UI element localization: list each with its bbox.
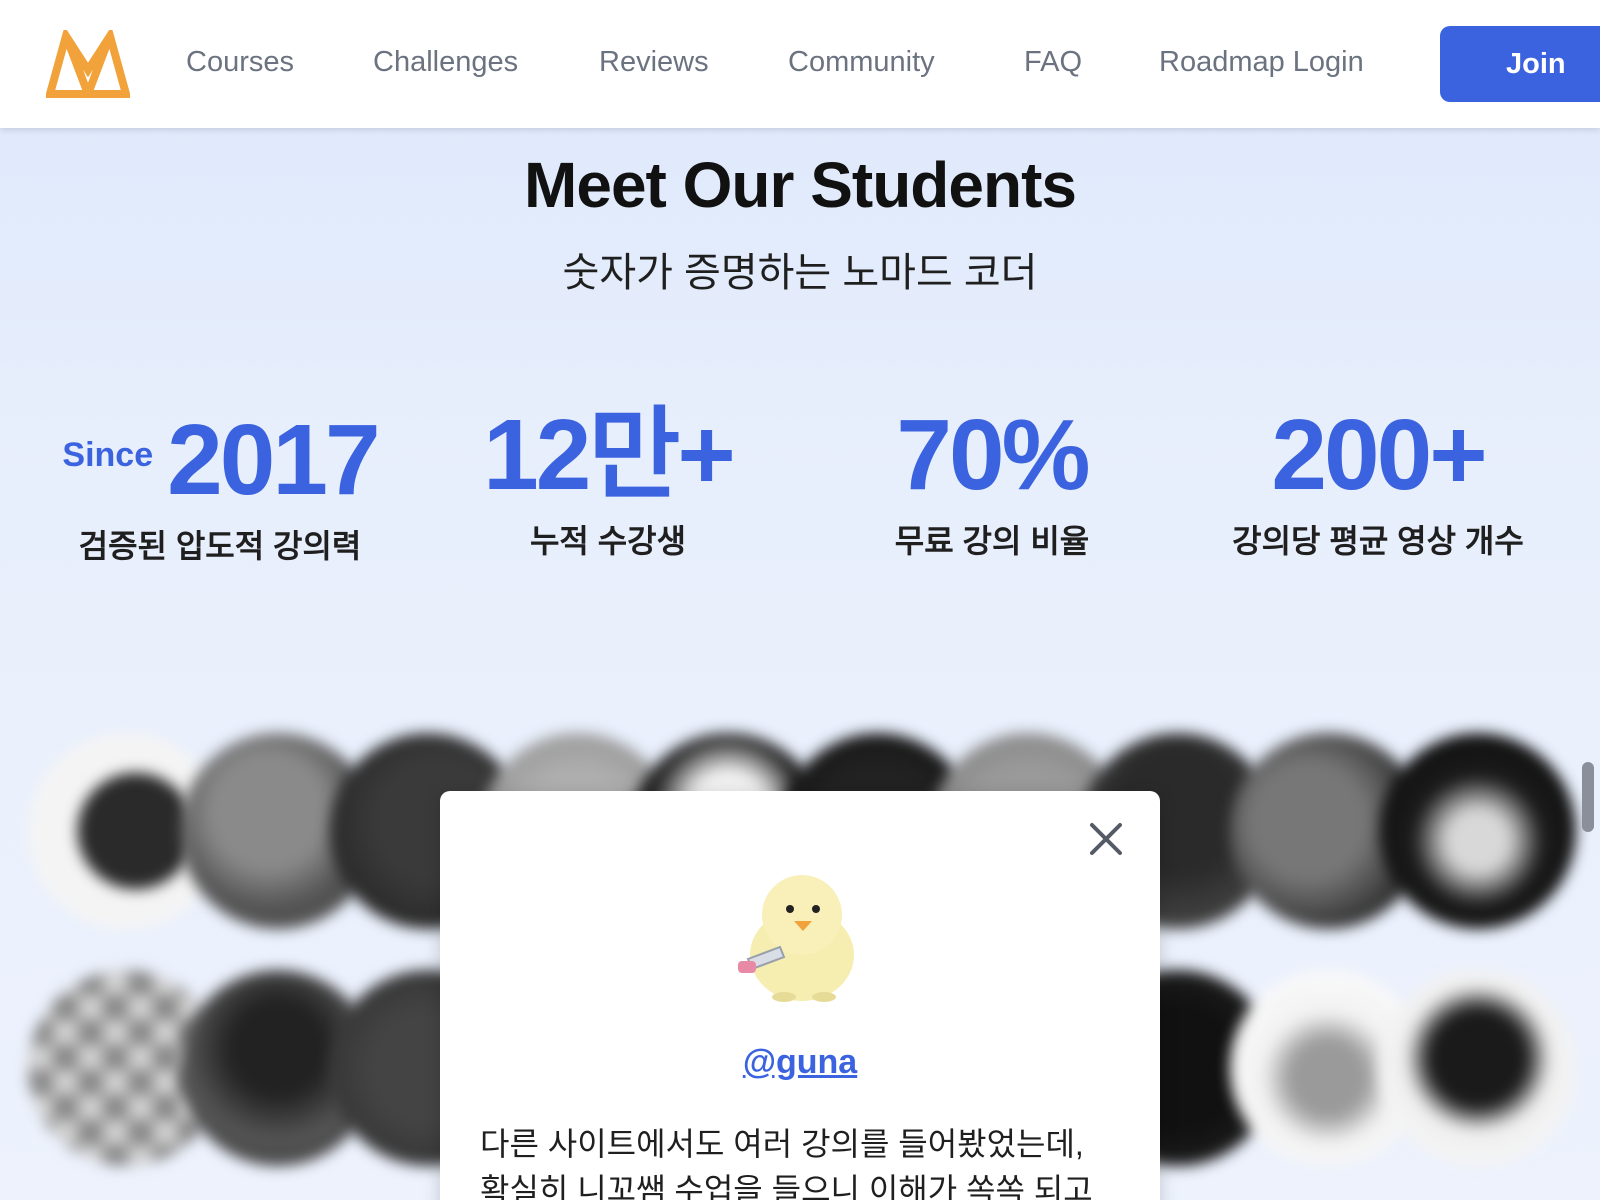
- stat-value: 70%: [896, 399, 1090, 511]
- avatar[interactable]: [1380, 970, 1576, 1166]
- stat-label: 누적 수강생: [529, 523, 687, 559]
- site-header: Courses Challenges Reviews Community FAQ…: [0, 0, 1600, 128]
- stat-since: Since 2017 검증된 압도적 강의력: [30, 400, 410, 567]
- nav-challenges[interactable]: Challenges: [373, 46, 518, 79]
- stat-label: 검증된 압도적 강의력: [78, 528, 362, 564]
- page-title: Meet Our Students: [524, 149, 1077, 221]
- review-username[interactable]: @guna: [440, 1043, 1160, 1082]
- stat-value-wrapper: Since 2017: [30, 400, 410, 515]
- nav-community[interactable]: Community: [788, 46, 935, 79]
- stat-students: 12만+ 누적 수강생: [418, 400, 798, 562]
- stat-free-ratio: 70% 무료 강의 비율: [802, 400, 1182, 562]
- stat-value: 2017: [167, 404, 380, 516]
- review-line: 확실히 니꼬쌤 수업을 들으니 이해가 쏙쏙 되고: [480, 1172, 1093, 1200]
- stat-label: 강의당 평균 영상 개수: [1232, 523, 1524, 559]
- avatar[interactable]: [1380, 733, 1576, 929]
- close-icon[interactable]: [1088, 821, 1124, 857]
- nomad-logo-icon[interactable]: [46, 30, 130, 98]
- nav-faq[interactable]: FAQ: [1024, 46, 1082, 79]
- stat-videos: 200+ 강의당 평균 영상 개수: [1188, 400, 1568, 562]
- stat-label: 무료 강의 비율: [894, 523, 1090, 559]
- join-button[interactable]: Join: [1440, 26, 1600, 102]
- review-modal: @guna 다른 사이트에서도 여러 강의를 들어봤었는데, 확실히 니꼬쌤 수…: [440, 791, 1160, 1200]
- nav-roadmap-login[interactable]: Roadmap Login: [1159, 46, 1364, 79]
- scrollbar-thumb[interactable]: [1582, 762, 1594, 832]
- nav-courses[interactable]: Courses: [186, 46, 294, 79]
- stat-prefix: Since: [62, 436, 154, 474]
- review-line: 다른 사이트에서도 여러 강의를 들어봤었는데,: [480, 1126, 1084, 1162]
- review-text: 다른 사이트에서도 여러 강의를 들어봤었는데, 확실히 니꼬쌤 수업을 들으니…: [480, 1121, 1120, 1200]
- nav-reviews[interactable]: Reviews: [599, 46, 709, 79]
- duck-avatar-icon: [738, 875, 854, 1002]
- stat-value: 200+: [1271, 399, 1487, 511]
- page-subtitle: 숫자가 증명하는 노마드 코더: [562, 251, 1038, 295]
- stat-value: 12만+: [483, 399, 736, 511]
